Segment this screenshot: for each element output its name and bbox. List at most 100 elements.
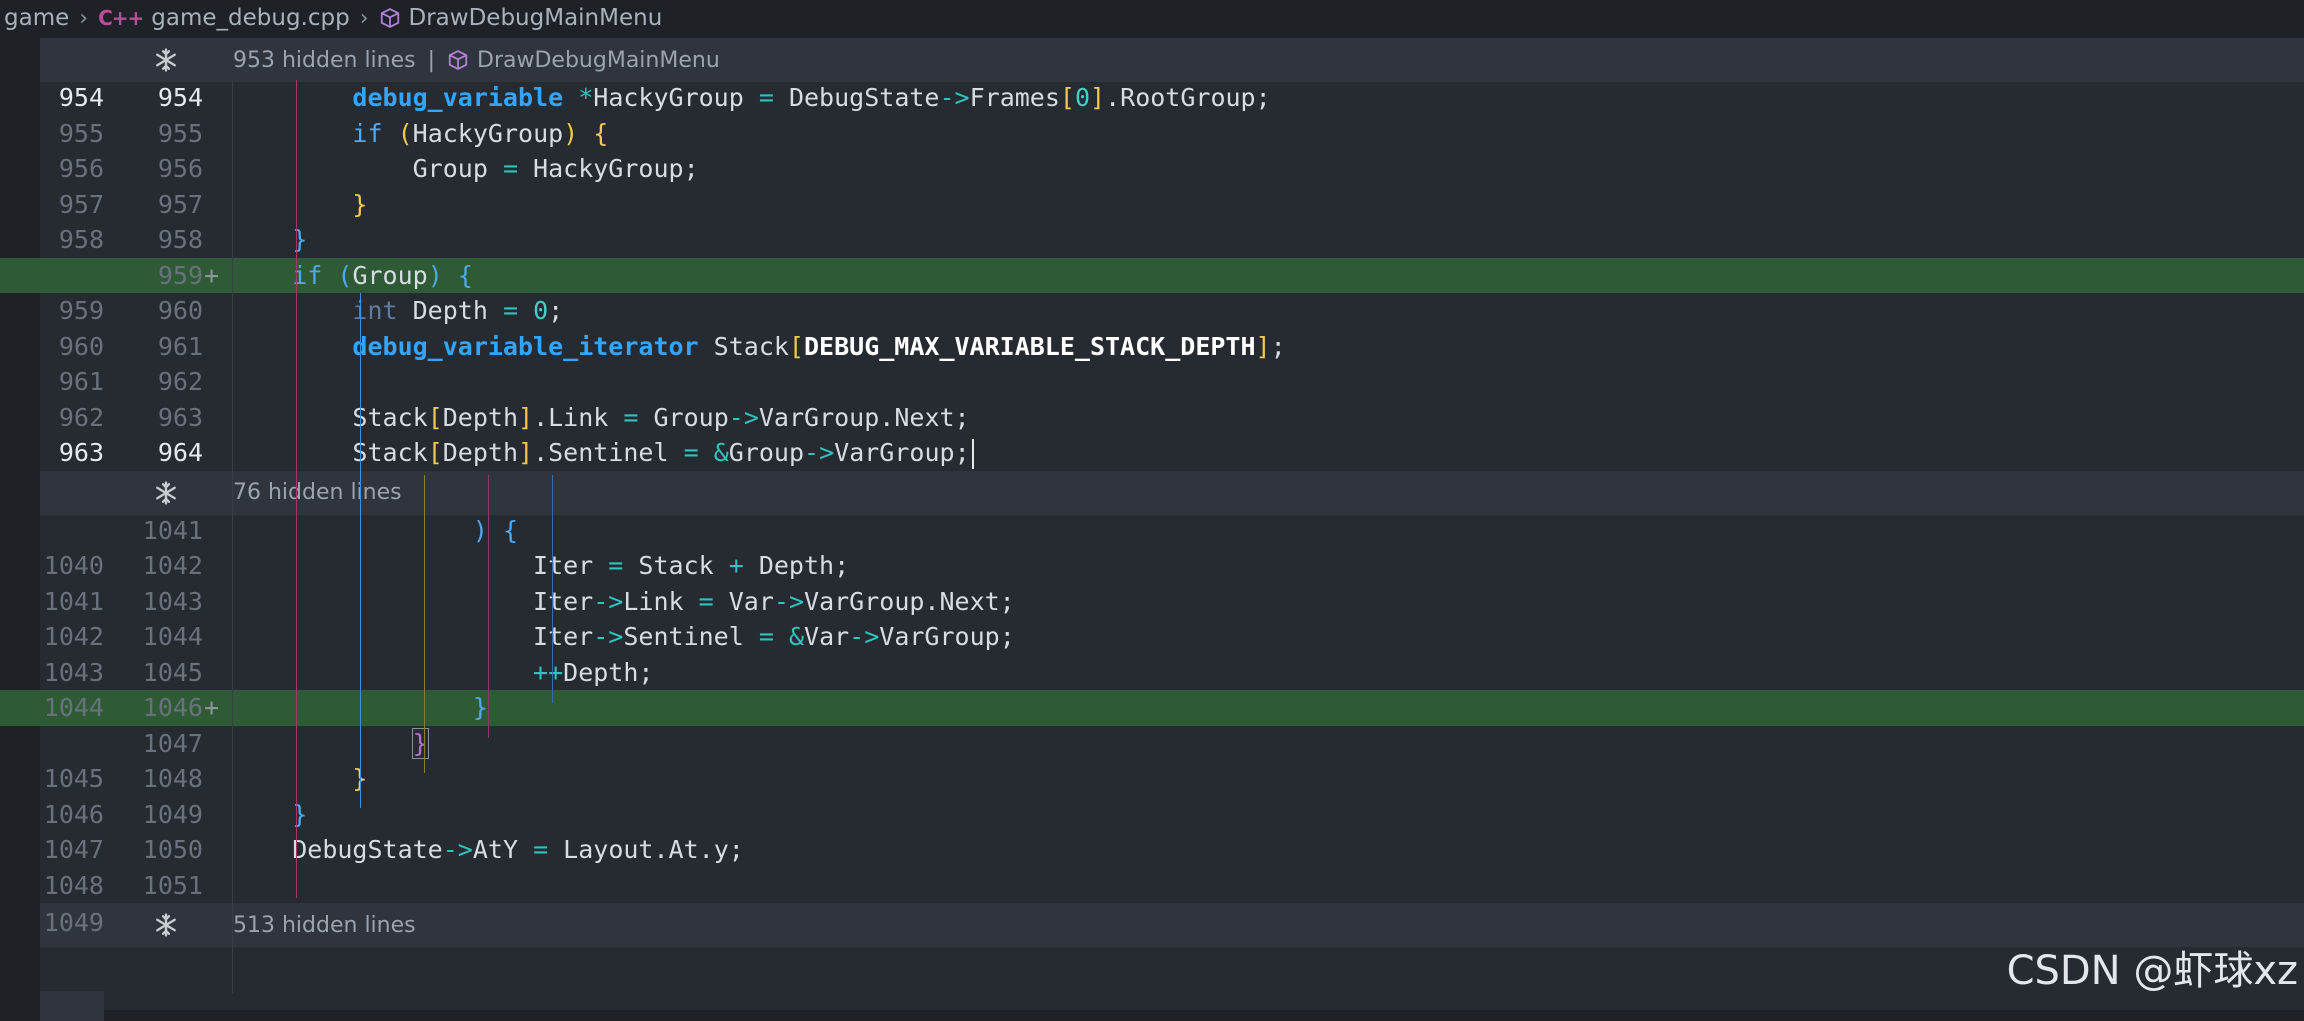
- old-line-number: 1040: [43, 551, 104, 580]
- code-line: 962 963 Stack[Depth].Link = Group->VarGro…: [0, 400, 2304, 436]
- code-text[interactable]: if (Group) {: [232, 258, 473, 294]
- indent-guide: [232, 80, 233, 993]
- indent-guide: [424, 475, 425, 773]
- code-text[interactable]: }: [232, 761, 367, 797]
- new-line-number: 1048: [142, 764, 203, 793]
- code-token: &: [788, 622, 805, 651]
- code-line: 1047 1050 DebugState->AtY = Layout.At.y;: [0, 832, 2304, 868]
- old-line-number: 1044: [43, 693, 104, 722]
- code-token: ->: [773, 586, 805, 616]
- code-token: {: [502, 515, 519, 545]
- old-line-number: 961: [58, 367, 104, 396]
- code-token: =: [502, 154, 518, 183]
- code-token: (: [397, 118, 413, 148]
- code-token: =: [698, 586, 714, 616]
- hidden-lines-count: 76 hidden lines: [233, 480, 402, 505]
- code-text[interactable]: Stack[Depth].Sentinel = &Group->VarGroup…: [232, 435, 974, 471]
- code-token: Sentinel: [623, 622, 759, 651]
- indent-guide: [296, 80, 297, 898]
- code-token: VarGroup;: [879, 622, 1015, 651]
- breadcrumb-item-game[interactable]: game: [4, 5, 69, 31]
- code-text[interactable]: }: [232, 187, 367, 223]
- folded-region[interactable]: 953 hidden lines | DrawDebugMainMenu: [40, 38, 2304, 82]
- new-line-number: 955: [157, 118, 203, 148]
- breadcrumb-item-symbol[interactable]: DrawDebugMainMenu: [379, 5, 662, 31]
- new-line-number: 957: [157, 189, 203, 219]
- code-token: ]: [518, 438, 534, 467]
- code-token: Iter: [533, 551, 609, 580]
- code-token: =: [758, 622, 774, 651]
- code-token: ->: [442, 835, 473, 864]
- code-line: 1043 1045 ++Depth;: [0, 655, 2304, 691]
- code-text[interactable]: debug_variable *HackyGroup = DebugState-…: [232, 80, 1270, 116]
- hidden-lines-count: 953 hidden lines: [233, 47, 416, 73]
- new-line-number: 959: [157, 260, 203, 290]
- breadcrumb-file-label: game_debug.cpp: [151, 5, 350, 31]
- old-line-number: 1048: [43, 870, 104, 900]
- code-text[interactable]: }: [232, 726, 429, 762]
- code-token: Layout.At.y;: [548, 835, 744, 864]
- old-line-number: 1047: [43, 835, 104, 864]
- code-token: ): [427, 260, 443, 290]
- new-line-number: 1045: [142, 657, 203, 687]
- code-token: Var: [804, 622, 850, 651]
- old-line-number: 1045: [43, 764, 104, 793]
- code-line: 957 957 }: [0, 187, 2304, 223]
- unfold-icon[interactable]: [152, 911, 180, 939]
- code-token: Iter: [533, 586, 594, 616]
- editor-empty-area: [40, 991, 104, 1021]
- code-text[interactable]: ) {: [232, 513, 518, 549]
- indent-guide: [360, 293, 361, 808]
- code-text[interactable]: int Depth = 0;: [232, 293, 563, 329]
- code-line: 956 956 Group = HackyGroup;: [0, 151, 2304, 187]
- code-text[interactable]: debug_variable_iterator Stack[DEBUG_MAX_…: [232, 329, 1285, 365]
- folded-region[interactable]: 513 hidden lines: [40, 903, 2304, 947]
- code-token: =: [758, 83, 774, 112]
- old-line-number: 1049: [43, 908, 104, 937]
- unfold-icon[interactable]: [152, 479, 180, 507]
- code-token: [: [427, 438, 443, 467]
- new-line-number: 962: [157, 367, 203, 396]
- fold-divider: |: [427, 47, 436, 73]
- code-text[interactable]: if (HackyGroup) {: [232, 116, 608, 152]
- unfold-icon[interactable]: [152, 46, 180, 74]
- code-token: Group: [638, 402, 729, 432]
- code-text[interactable]: DebugState->AtY = Layout.At.y;: [232, 832, 744, 868]
- folded-region[interactable]: 76 hidden lines: [40, 470, 2304, 515]
- code-line: 1048 1051: [0, 868, 2304, 904]
- code-line: 1042 1044 Iter->Sentinel = &Var->VarGroup…: [0, 619, 2304, 655]
- code-token: Link: [623, 586, 699, 616]
- new-line-number: 958: [157, 225, 203, 254]
- new-line-number: 1044: [142, 622, 203, 651]
- code-token: }: [352, 189, 368, 219]
- code-text[interactable]: Iter->Sentinel = &Var->VarGroup;: [232, 619, 1015, 655]
- code-token: ->: [593, 586, 624, 616]
- code-text[interactable]: Stack[Depth].Link = Group->VarGroup.Next…: [232, 400, 969, 436]
- code-text[interactable]: Iter = Stack + Depth;: [232, 548, 849, 584]
- code-token: }: [292, 799, 308, 829]
- code-text[interactable]: Iter->Link = Var->VarGroup.Next;: [232, 584, 1015, 620]
- chevron-right-icon: ›: [359, 5, 369, 31]
- code-token: ->: [849, 622, 880, 651]
- new-line-number: 1051: [142, 870, 203, 900]
- code-token: if: [352, 118, 383, 148]
- code-token: 0: [1074, 83, 1091, 112]
- code-text[interactable]: Group = HackyGroup;: [232, 151, 699, 187]
- code-token: [: [427, 402, 443, 432]
- added-line: 1044 1046 + }: [0, 690, 2304, 726]
- diff-editor[interactable]: 953 hidden lines | DrawDebugMainMenu 954 954…: [0, 38, 2304, 1021]
- code-token: }: [411, 727, 429, 759]
- code-token: .Sentinel: [533, 438, 684, 467]
- old-line-number: 962: [58, 402, 104, 432]
- breadcrumb-item-file[interactable]: C++ game_debug.cpp: [98, 5, 350, 31]
- new-line-number: 1050: [142, 835, 203, 864]
